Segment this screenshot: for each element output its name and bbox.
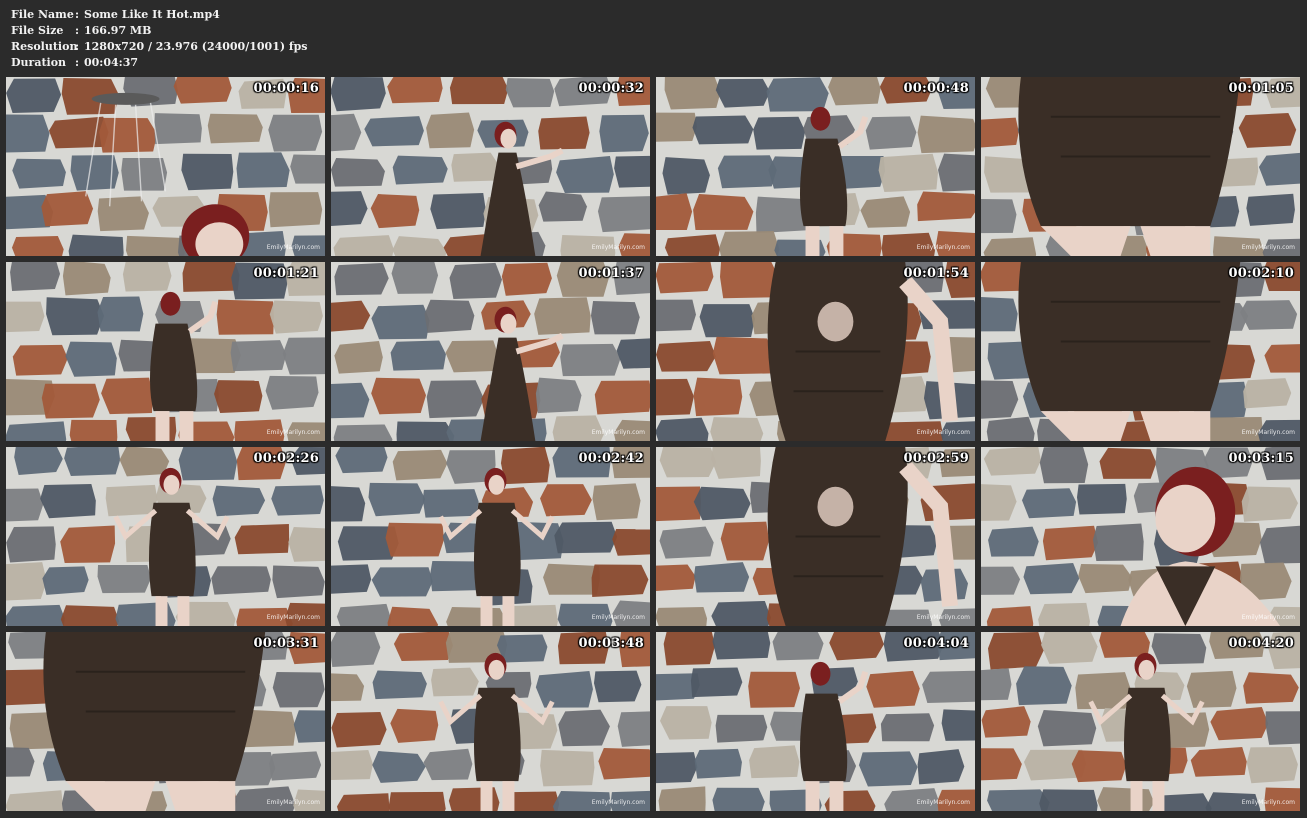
- thumbnail-timestamp: 00:02:42: [578, 451, 644, 466]
- file-info-key: File Name: [11, 8, 74, 21]
- thumbnail-watermark: EmilyMarilyn.com: [1241, 429, 1295, 436]
- file-info-panel: File Name: Some Like It Hot.mp4 File Size:…: [11, 7, 308, 71]
- video-thumbnail[interactable]: 00:02:26 EmilyMarilyn.com: [6, 447, 325, 626]
- file-info-row: File Name: Some Like It Hot.mp4: [11, 7, 308, 23]
- file-info-row: Resolution:1280x720 / 23.976 (24000/1001…: [11, 39, 308, 55]
- thumbnail-watermark: EmilyMarilyn.com: [916, 799, 970, 806]
- thumbnail-timestamp: 00:01:37: [578, 266, 644, 281]
- thumbnail-watermark: EmilyMarilyn.com: [591, 799, 645, 806]
- video-thumbnail[interactable]: 00:02:42 EmilyMarilyn.com: [331, 447, 650, 626]
- video-thumbnail[interactable]: 00:02:59 EmilyMarilyn.com: [656, 447, 975, 626]
- thumbnail-watermark: EmilyMarilyn.com: [916, 614, 970, 621]
- thumbnail-timestamp: 00:02:26: [253, 451, 319, 466]
- video-thumbnail[interactable]: 00:03:15 EmilyMarilyn.com: [981, 447, 1300, 626]
- thumbnail-frame-image: [981, 632, 1300, 811]
- thumbnail-grid: 00:00:16 EmilyMarilyn.com 00:00:32 EmilyMa…: [6, 77, 1302, 813]
- thumbnail-frame-image: [656, 632, 975, 811]
- video-thumbnail[interactable]: 00:01:21 EmilyMarilyn.com: [6, 262, 325, 441]
- thumbnail-timestamp: 00:01:21: [253, 266, 319, 281]
- thumbnail-frame-image: [6, 262, 325, 441]
- thumbnail-timestamp: 00:04:04: [903, 636, 969, 651]
- file-info-value: Some Like It Hot.mp4: [84, 8, 220, 21]
- file-info-separator: :: [75, 24, 80, 37]
- thumbnail-watermark: EmilyMarilyn.com: [591, 429, 645, 436]
- file-info-key: Duration: [11, 56, 67, 69]
- thumbnail-frame-image: [331, 632, 650, 811]
- thumbnail-timestamp: 00:02:59: [903, 451, 969, 466]
- thumbnail-timestamp: 00:03:48: [578, 636, 644, 651]
- video-thumbnail[interactable]: 00:03:48 EmilyMarilyn.com: [331, 632, 650, 811]
- thumbnail-frame-image: [656, 447, 975, 626]
- thumbnail-timestamp: 00:02:10: [1228, 266, 1294, 281]
- thumbnail-watermark: EmilyMarilyn.com: [266, 614, 320, 621]
- thumbnail-frame-image: [6, 632, 325, 811]
- thumbnail-watermark: EmilyMarilyn.com: [1241, 799, 1295, 806]
- thumbnail-timestamp: 00:00:16: [253, 81, 319, 96]
- thumbnail-frame-image: [656, 262, 975, 441]
- thumbnail-watermark: EmilyMarilyn.com: [591, 614, 645, 621]
- thumbnail-watermark: EmilyMarilyn.com: [266, 244, 320, 251]
- thumbnail-watermark: EmilyMarilyn.com: [591, 244, 645, 251]
- file-info-value: 1280x720 / 23.976 (24000/1001) fps: [84, 40, 308, 53]
- video-thumbnail[interactable]: 00:00:16 EmilyMarilyn.com: [6, 77, 325, 256]
- file-info-separator: :: [75, 8, 80, 21]
- file-info-key: File Size: [11, 24, 64, 37]
- thumbnail-timestamp: 00:01:05: [1228, 81, 1294, 96]
- video-thumbnail[interactable]: 00:01:37 EmilyMarilyn.com: [331, 262, 650, 441]
- thumbnail-watermark: EmilyMarilyn.com: [916, 244, 970, 251]
- thumbnail-frame-image: [981, 77, 1300, 256]
- file-info-value: 00:04:37: [84, 56, 139, 69]
- video-thumbnail[interactable]: 00:01:05 EmilyMarilyn.com: [981, 77, 1300, 256]
- video-thumbnail[interactable]: 00:04:04 EmilyMarilyn.com: [656, 632, 975, 811]
- thumbnail-timestamp: 00:04:20: [1228, 636, 1294, 651]
- video-thumbnail[interactable]: 00:02:10 EmilyMarilyn.com: [981, 262, 1300, 441]
- video-thumbnail[interactable]: 00:01:54 EmilyMarilyn.com: [656, 262, 975, 441]
- video-thumbnail[interactable]: 00:04:20 EmilyMarilyn.com: [981, 632, 1300, 811]
- thumbnail-frame-image: [6, 77, 325, 256]
- thumbnail-timestamp: 00:03:31: [253, 636, 319, 651]
- video-thumbnail[interactable]: 00:00:32 EmilyMarilyn.com: [331, 77, 650, 256]
- thumbnail-timestamp: 00:03:15: [1228, 451, 1294, 466]
- file-info-row: Duration:00:04:37: [11, 55, 308, 71]
- thumbnail-timestamp: 00:01:54: [903, 266, 969, 281]
- thumbnail-timestamp: 00:00:32: [578, 81, 644, 96]
- file-info-separator: :: [75, 56, 80, 69]
- thumbnail-watermark: EmilyMarilyn.com: [1241, 244, 1295, 251]
- thumbnail-timestamp: 00:00:48: [903, 81, 969, 96]
- thumbnail-frame-image: [981, 262, 1300, 441]
- video-thumbnail[interactable]: 00:00:48 EmilyMarilyn.com: [656, 77, 975, 256]
- file-info-value: 166.97 MB: [84, 24, 152, 37]
- thumbnail-frame-image: [981, 447, 1300, 626]
- thumbnail-frame-image: [331, 77, 650, 256]
- video-thumbnail[interactable]: 00:03:31 EmilyMarilyn.com: [6, 632, 325, 811]
- file-info-separator: :: [75, 40, 80, 53]
- thumbnail-watermark: EmilyMarilyn.com: [1241, 614, 1295, 621]
- file-info-key: Resolution: [11, 40, 78, 53]
- thumbnail-frame-image: [6, 447, 325, 626]
- thumbnail-watermark: EmilyMarilyn.com: [266, 799, 320, 806]
- thumbnail-frame-image: [331, 262, 650, 441]
- thumbnail-watermark: EmilyMarilyn.com: [916, 429, 970, 436]
- file-info-row: File Size:166.97 MB: [11, 23, 308, 39]
- thumbnail-frame-image: [656, 77, 975, 256]
- thumbnail-frame-image: [331, 447, 650, 626]
- thumbnail-watermark: EmilyMarilyn.com: [266, 429, 320, 436]
